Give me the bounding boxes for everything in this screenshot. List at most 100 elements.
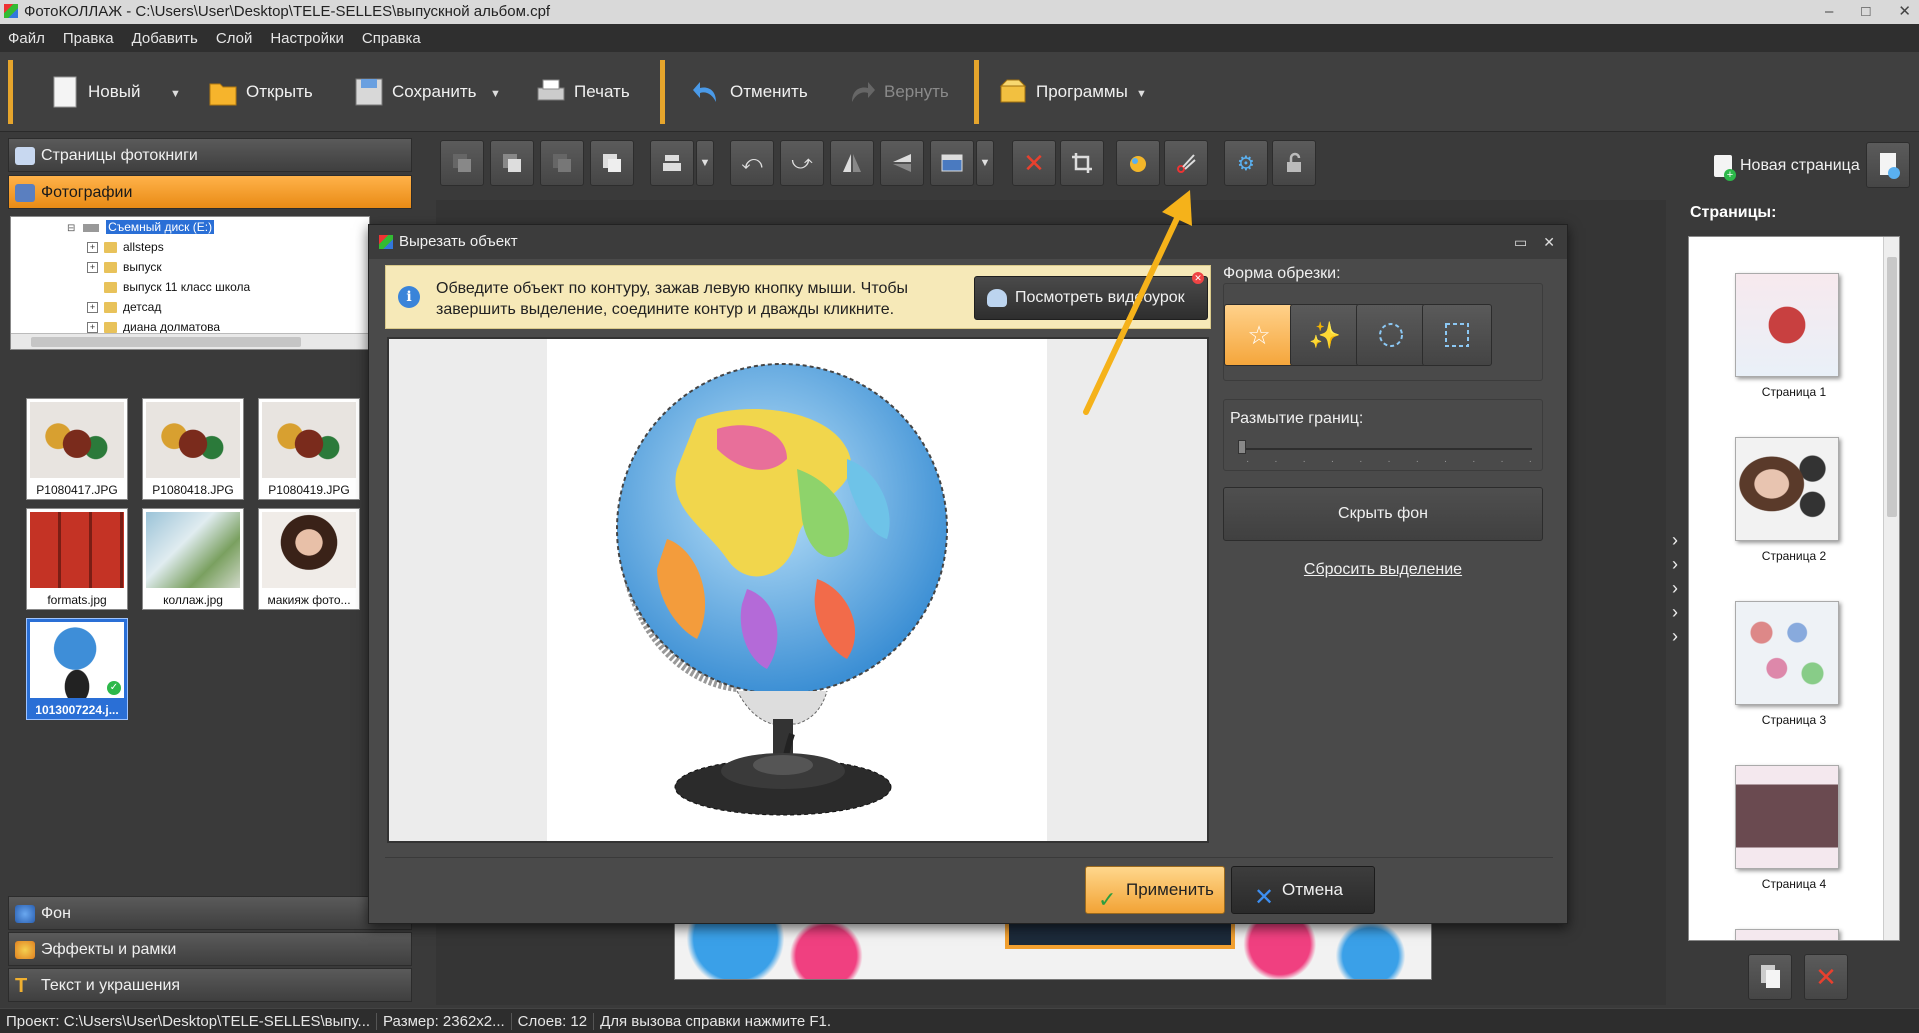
accordion-book-pages[interactable]: Страницы фотокниги bbox=[8, 138, 412, 172]
photo-thumb[interactable]: P1080419.JPG bbox=[258, 398, 360, 500]
open-button[interactable]: Открыть bbox=[208, 74, 313, 110]
print-button[interactable]: Печать bbox=[536, 74, 630, 110]
pages-vscrollbar[interactable] bbox=[1883, 237, 1899, 940]
photo-thumb-selected[interactable]: ✓ 1013007224.j... bbox=[26, 618, 128, 720]
layer-up-button[interactable] bbox=[590, 140, 634, 186]
cut-object-button[interactable] bbox=[1164, 140, 1208, 186]
layer-down-button[interactable] bbox=[540, 140, 584, 186]
image-editor-area[interactable] bbox=[387, 337, 1209, 843]
background-icon bbox=[15, 905, 35, 923]
page-thumb-3[interactable] bbox=[1735, 601, 1839, 705]
menu-file[interactable]: Файл bbox=[8, 30, 45, 47]
chevron-right-icon[interactable]: › bbox=[1672, 554, 1678, 575]
accordion-background[interactable]: Фон bbox=[8, 896, 412, 930]
photo-thumb[interactable]: P1080417.JPG bbox=[26, 398, 128, 500]
tree-item-drive[interactable]: ⊟ Съемный диск (E:) bbox=[67, 217, 215, 237]
flip-horizontal-button[interactable] bbox=[830, 140, 874, 186]
tree-item[interactable]: + детсад bbox=[87, 297, 161, 317]
gear-icon: ⚙ bbox=[1237, 152, 1255, 175]
delete-button[interactable]: ✕ bbox=[1012, 140, 1056, 186]
apply-button[interactable]: ✓ Применить bbox=[1085, 866, 1225, 914]
frame-dropdown[interactable]: ▼ bbox=[976, 140, 994, 186]
close-banner-icon[interactable]: ✕ bbox=[1192, 272, 1204, 284]
layer-bottom-button[interactable] bbox=[440, 140, 484, 186]
reset-selection-link[interactable]: Сбросить выделение bbox=[1223, 561, 1543, 579]
shape-freehand-button[interactable]: ☆ bbox=[1224, 304, 1294, 366]
page-settings-button[interactable] bbox=[1866, 142, 1910, 188]
page-thumb-4[interactable] bbox=[1735, 765, 1839, 869]
photo-thumb[interactable]: P1080418.JPG bbox=[142, 398, 244, 500]
ellipse-select-icon bbox=[1379, 323, 1403, 347]
dialog-maximize-icon[interactable]: ▭ bbox=[1514, 225, 1527, 259]
dialog-close-icon[interactable]: ✕ bbox=[1543, 225, 1555, 259]
new-page-button[interactable]: Новая страница bbox=[1714, 146, 1864, 186]
rotate-right-button[interactable]: ⤻ bbox=[780, 140, 824, 186]
menu-layer[interactable]: Слой bbox=[216, 30, 252, 47]
delete-page-button[interactable]: ✕ bbox=[1804, 954, 1848, 1000]
expand-icon[interactable]: + bbox=[87, 242, 98, 254]
menu-help[interactable]: Справка bbox=[362, 30, 421, 47]
expand-icon[interactable]: + bbox=[87, 262, 98, 274]
redo-button[interactable]: Вернуть bbox=[846, 74, 949, 110]
blur-slider-knob[interactable] bbox=[1238, 440, 1246, 454]
undo-button[interactable]: Отменить bbox=[692, 74, 808, 110]
crop-button[interactable] bbox=[1060, 140, 1104, 186]
shape-rectangle-button[interactable] bbox=[1422, 304, 1492, 366]
minimize-button[interactable]: – bbox=[1825, 0, 1833, 24]
programs-button[interactable]: Программы bbox=[998, 74, 1128, 110]
tree-item[interactable]: + allsteps bbox=[87, 237, 164, 257]
new-button[interactable]: Новый bbox=[50, 74, 140, 110]
scroll-thumb[interactable] bbox=[31, 337, 301, 347]
color-button[interactable] bbox=[1116, 140, 1160, 186]
settings-button[interactable]: ⚙ bbox=[1224, 140, 1268, 186]
menu-settings[interactable]: Настройки bbox=[270, 30, 344, 47]
accordion-effects[interactable]: Эффекты и рамки bbox=[8, 932, 412, 966]
lock-button[interactable] bbox=[1272, 140, 1316, 186]
page-settings-icon bbox=[1880, 153, 1900, 179]
watch-video-button[interactable]: Посмотреть видеоурок bbox=[974, 276, 1208, 320]
scroll-thumb[interactable] bbox=[1887, 257, 1897, 517]
chevron-right-icon[interactable]: › bbox=[1672, 578, 1678, 599]
app-icon bbox=[379, 235, 393, 249]
chevron-right-icon[interactable]: › bbox=[1672, 602, 1678, 623]
photo-thumb[interactable]: коллаж.jpg bbox=[142, 508, 244, 610]
magic-wand-icon: ✨ bbox=[1308, 319, 1342, 350]
save-dropdown-arrow[interactable]: ▼ bbox=[490, 88, 501, 100]
shape-magic-wand-button[interactable]: ✨ bbox=[1290, 304, 1360, 366]
rotate-left-button[interactable]: ⤺ bbox=[730, 140, 774, 186]
programs-dropdown-arrow[interactable]: ▼ bbox=[1136, 88, 1147, 100]
chevron-right-icon[interactable]: › bbox=[1672, 626, 1678, 647]
tree-item[interactable]: + выпуск bbox=[87, 257, 162, 277]
align-button[interactable] bbox=[650, 140, 694, 186]
save-button[interactable]: Сохранить bbox=[354, 74, 476, 110]
page-thumb-5[interactable] bbox=[1735, 929, 1839, 940]
blur-slider-track[interactable] bbox=[1238, 448, 1532, 450]
chevron-right-icon[interactable]: › bbox=[1672, 530, 1678, 551]
flip-vertical-button[interactable] bbox=[880, 140, 924, 186]
close-window-button[interactable]: ✕ bbox=[1898, 0, 1911, 24]
new-dropdown-arrow[interactable]: ▼ bbox=[170, 88, 181, 100]
cancel-button[interactable]: ✕ Отмена bbox=[1231, 866, 1375, 914]
hide-background-button[interactable]: Скрыть фон bbox=[1223, 487, 1543, 541]
accordion-text[interactable]: T Текст и украшения bbox=[8, 968, 412, 1002]
menu-edit[interactable]: Правка bbox=[63, 30, 114, 47]
expand-icon[interactable]: + bbox=[87, 322, 98, 334]
photo-thumb[interactable]: макияж фото... bbox=[258, 508, 360, 610]
duplicate-page-button[interactable] bbox=[1748, 954, 1792, 1000]
frame-button[interactable] bbox=[930, 140, 974, 186]
bring-to-front-icon bbox=[503, 154, 521, 172]
page-thumb-1[interactable] bbox=[1735, 273, 1839, 377]
layer-top-button[interactable] bbox=[490, 140, 534, 186]
menu-add[interactable]: Добавить bbox=[132, 30, 198, 47]
page-thumb-2[interactable] bbox=[1735, 437, 1839, 541]
tree-item[interactable]: выпуск 11 класс школа bbox=[104, 277, 250, 297]
accordion-photos[interactable]: Фотографии bbox=[8, 175, 412, 209]
shape-ellipse-button[interactable] bbox=[1356, 304, 1426, 366]
expand-icon[interactable]: + bbox=[87, 302, 98, 314]
image-canvas[interactable] bbox=[547, 339, 1047, 841]
align-dropdown[interactable]: ▼ bbox=[696, 140, 714, 186]
maximize-button[interactable]: □ bbox=[1861, 0, 1870, 24]
page-preview[interactable] bbox=[674, 920, 1432, 980]
photo-thumb[interactable]: formats.jpg bbox=[26, 508, 128, 610]
tree-hscrollbar[interactable] bbox=[11, 333, 369, 349]
